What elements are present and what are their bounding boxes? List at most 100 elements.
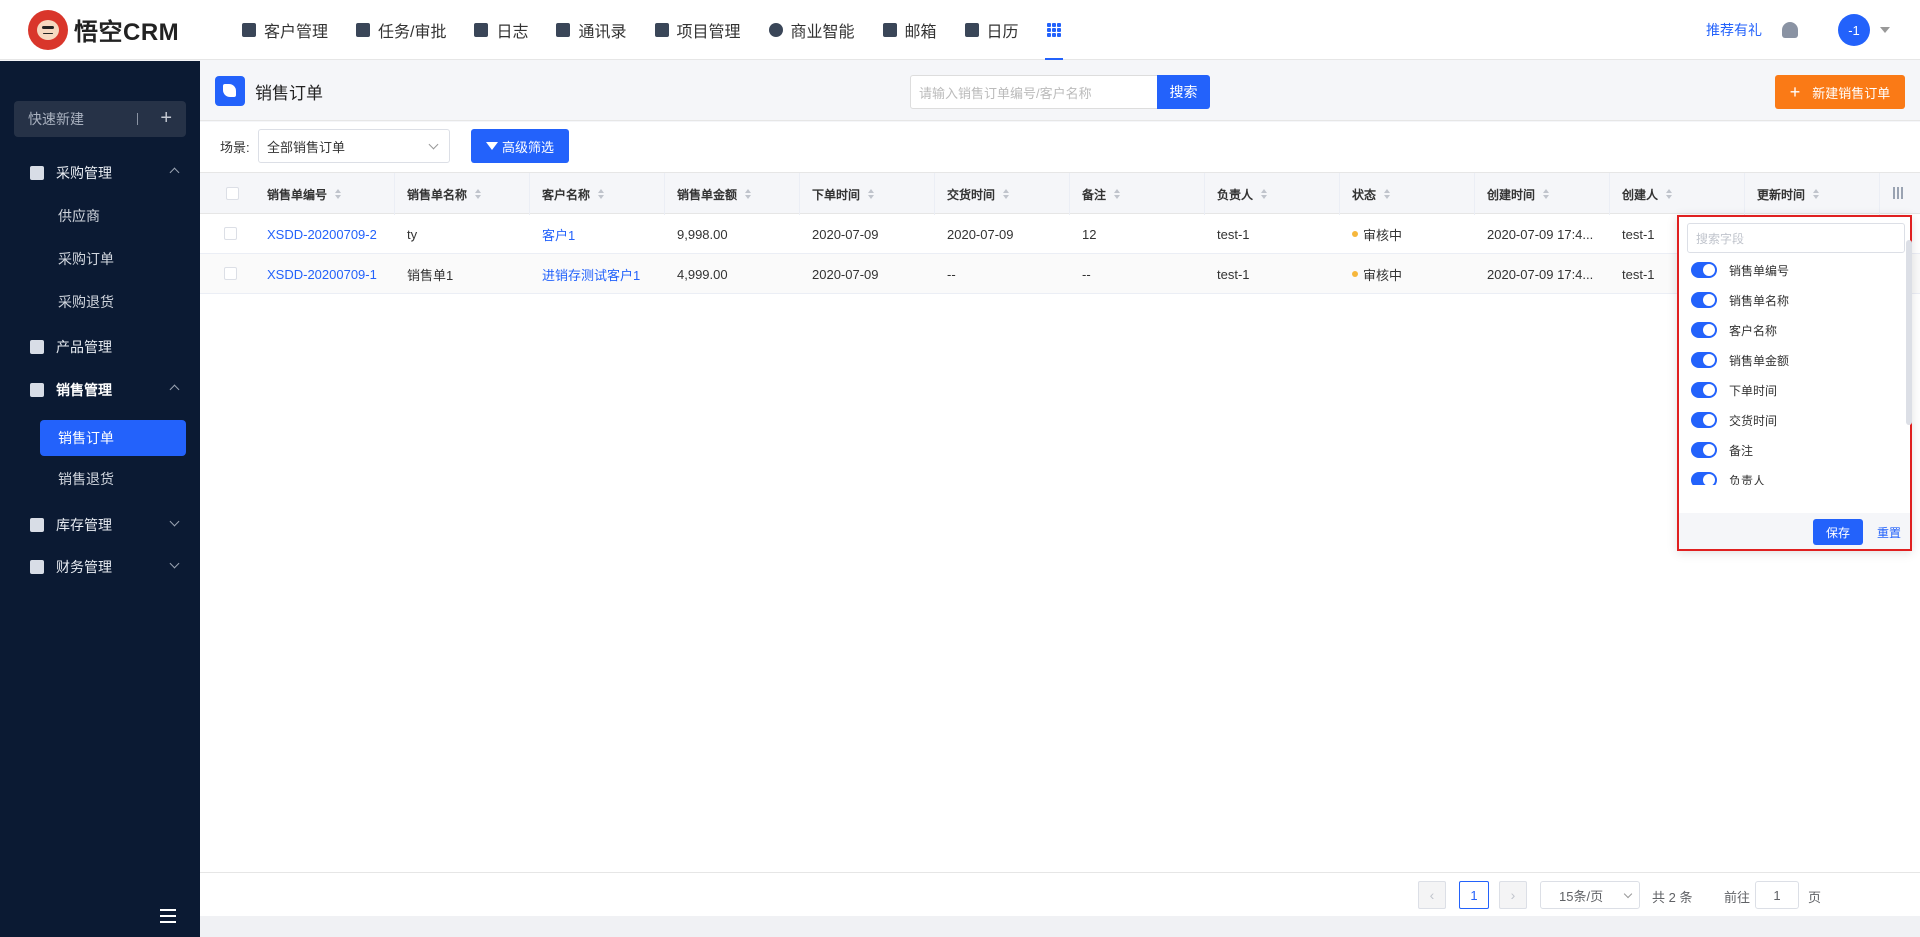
collapse-menu-icon[interactable] <box>160 909 180 923</box>
sidebar-item-purchase-order[interactable]: 采购订单 <box>40 241 186 277</box>
sort-icon[interactable] <box>475 189 482 199</box>
column-header[interactable]: 负责人 <box>1205 173 1340 215</box>
sort-icon[interactable] <box>1666 189 1673 199</box>
chevron-down-icon[interactable] <box>1880 27 1890 33</box>
sort-icon[interactable] <box>868 189 875 199</box>
prev-page-button[interactable]: ‹ <box>1418 881 1446 909</box>
toggle-switch[interactable] <box>1691 382 1717 398</box>
field-toggle-row[interactable]: 交货时间 <box>1679 405 1908 435</box>
sidebar-item-supplier[interactable]: 供应商 <box>40 198 186 234</box>
quick-new-button[interactable]: 快速新建 + <box>14 101 186 137</box>
sort-icon[interactable] <box>745 189 752 199</box>
nav-item-project[interactable]: 项目管理 <box>641 0 755 60</box>
scene-select[interactable]: 全部销售订单 <box>258 129 450 163</box>
sidebar-group-product[interactable]: 产品管理 <box>0 329 200 365</box>
scrollbar[interactable] <box>1906 240 1912 425</box>
field-label: 销售单编号 <box>1729 263 1790 278</box>
column-header[interactable]: 交货时间 <box>935 173 1070 215</box>
table-row[interactable]: XSDD-20200709-1 销售单1 进销存测试客户1 4,999.00 2… <box>200 254 1920 294</box>
nav-item-contacts[interactable]: 通讯录 <box>542 0 640 60</box>
toggle-switch[interactable] <box>1691 262 1717 278</box>
advanced-filter-button[interactable]: 高级筛选 <box>471 129 569 163</box>
nav-item-calendar[interactable]: 日历 <box>951 0 1033 60</box>
log-icon <box>474 22 489 37</box>
order-number-link[interactable]: XSDD-20200709-2 <box>255 214 395 254</box>
field-toggle-row[interactable]: 销售单名称 <box>1679 285 1908 315</box>
avatar[interactable]: -1 <box>1838 14 1870 46</box>
next-page-button[interactable]: › <box>1499 881 1527 909</box>
nav-item-mail[interactable]: 邮箱 <box>869 0 951 60</box>
sort-icon[interactable] <box>1003 189 1010 199</box>
field-toggle-row[interactable]: 下单时间 <box>1679 375 1908 405</box>
field-toggle-row[interactable]: 销售单编号 <box>1679 255 1908 285</box>
sort-icon[interactable] <box>1813 189 1820 199</box>
field-toggle-row[interactable]: 负责人 <box>1679 465 1908 485</box>
sort-icon[interactable] <box>1384 189 1391 199</box>
search-button[interactable]: 搜索 <box>1157 75 1210 109</box>
field-toggle-row[interactable]: 销售单金额 <box>1679 345 1908 375</box>
table-row[interactable]: XSDD-20200709-2 ty 客户1 9,998.00 2020-07-… <box>200 214 1920 254</box>
sidebar-group-purchase[interactable]: 采购管理 <box>0 155 200 191</box>
column-settings-icon[interactable] <box>1893 187 1905 199</box>
save-button[interactable]: 保存 <box>1813 519 1863 545</box>
nav-item-task[interactable]: 任务/审批 <box>342 0 460 60</box>
sort-icon[interactable] <box>598 189 605 199</box>
goto-page-input[interactable]: 1 <box>1755 881 1799 909</box>
nav-item-customer[interactable]: 客户管理 <box>228 0 342 60</box>
column-header[interactable]: 创建时间 <box>1475 173 1610 215</box>
search-input[interactable]: 请输入销售订单编号/客户名称 <box>910 75 1158 109</box>
customer-link[interactable]: 客户1 <box>530 214 665 254</box>
brand-logo[interactable]: 悟空CRM <box>28 9 208 50</box>
field-search-input[interactable]: 搜索字段 <box>1687 223 1905 253</box>
calendar-icon <box>964 22 979 37</box>
sort-icon[interactable] <box>1114 189 1121 199</box>
column-header[interactable]: 客户名称 <box>530 173 665 215</box>
field-toggle-row[interactable]: 备注 <box>1679 435 1908 465</box>
toggle-switch[interactable] <box>1691 352 1717 368</box>
chevron-down-icon <box>428 139 439 150</box>
column-header[interactable]: 备注 <box>1070 173 1205 215</box>
toggle-switch[interactable] <box>1691 412 1717 428</box>
nav-item-bi[interactable]: 商业智能 <box>755 0 869 60</box>
page-number[interactable]: 1 <box>1459 881 1489 909</box>
column-header[interactable]: 销售单编号 <box>255 173 395 215</box>
recommend-link[interactable]: 推荐有礼 <box>1706 20 1762 40</box>
page-size-value: 15条/页 <box>1559 888 1604 904</box>
sort-icon[interactable] <box>1261 189 1268 199</box>
column-header[interactable]: 销售单名称 <box>395 173 530 215</box>
sidebar-group-sales[interactable]: 销售管理 <box>0 372 200 408</box>
row-checkbox[interactable] <box>224 267 237 280</box>
page-size-select[interactable]: 15条/页 <box>1540 881 1640 909</box>
order-number-link[interactable]: XSDD-20200709-1 <box>255 254 395 294</box>
sort-icon[interactable] <box>335 189 342 199</box>
column-header[interactable]: 状态 <box>1340 173 1475 215</box>
chevron-down-icon <box>169 558 180 569</box>
row-checkbox[interactable] <box>224 227 237 240</box>
filter-row: 场景: 全部销售订单 高级筛选 <box>200 122 1920 172</box>
sort-icon[interactable] <box>1543 189 1550 199</box>
new-sales-order-button[interactable]: + 新建销售订单 <box>1775 75 1905 109</box>
column-header[interactable]: 销售单金额 <box>665 173 800 215</box>
sidebar-group-finance[interactable]: 财务管理 <box>0 549 200 585</box>
reset-button[interactable]: 重置 <box>1877 524 1901 541</box>
column-header[interactable]: 更新时间 <box>1745 173 1880 215</box>
sidebar-group-inventory[interactable]: 库存管理 <box>0 507 200 543</box>
sidebar-item-sales-return[interactable]: 销售退货 <box>40 461 186 497</box>
column-header[interactable]: 下单时间 <box>800 173 935 215</box>
toggle-switch[interactable] <box>1691 292 1717 308</box>
nav-item-apps[interactable] <box>1033 0 1075 60</box>
sidebar-group-label: 库存管理 <box>56 517 112 533</box>
customer-link[interactable]: 进销存测试客户1 <box>530 254 665 294</box>
select-all-checkbox[interactable] <box>226 187 239 200</box>
toggle-switch[interactable] <box>1691 322 1717 338</box>
toggle-switch[interactable] <box>1691 442 1717 458</box>
sidebar-item-purchase-return[interactable]: 采购退货 <box>40 284 186 320</box>
new-button-label: 新建销售订单 <box>1812 85 1891 101</box>
bell-icon[interactable] <box>1782 22 1798 38</box>
field-toggle-row[interactable]: 客户名称 <box>1679 315 1908 345</box>
nav-item-log[interactable]: 日志 <box>460 0 542 60</box>
column-header[interactable]: 创建人 <box>1610 173 1745 215</box>
total-count: 共 2 条 <box>1652 890 1693 905</box>
toggle-switch[interactable] <box>1691 472 1717 485</box>
sidebar-item-sales-order[interactable]: 销售订单 <box>40 420 186 456</box>
